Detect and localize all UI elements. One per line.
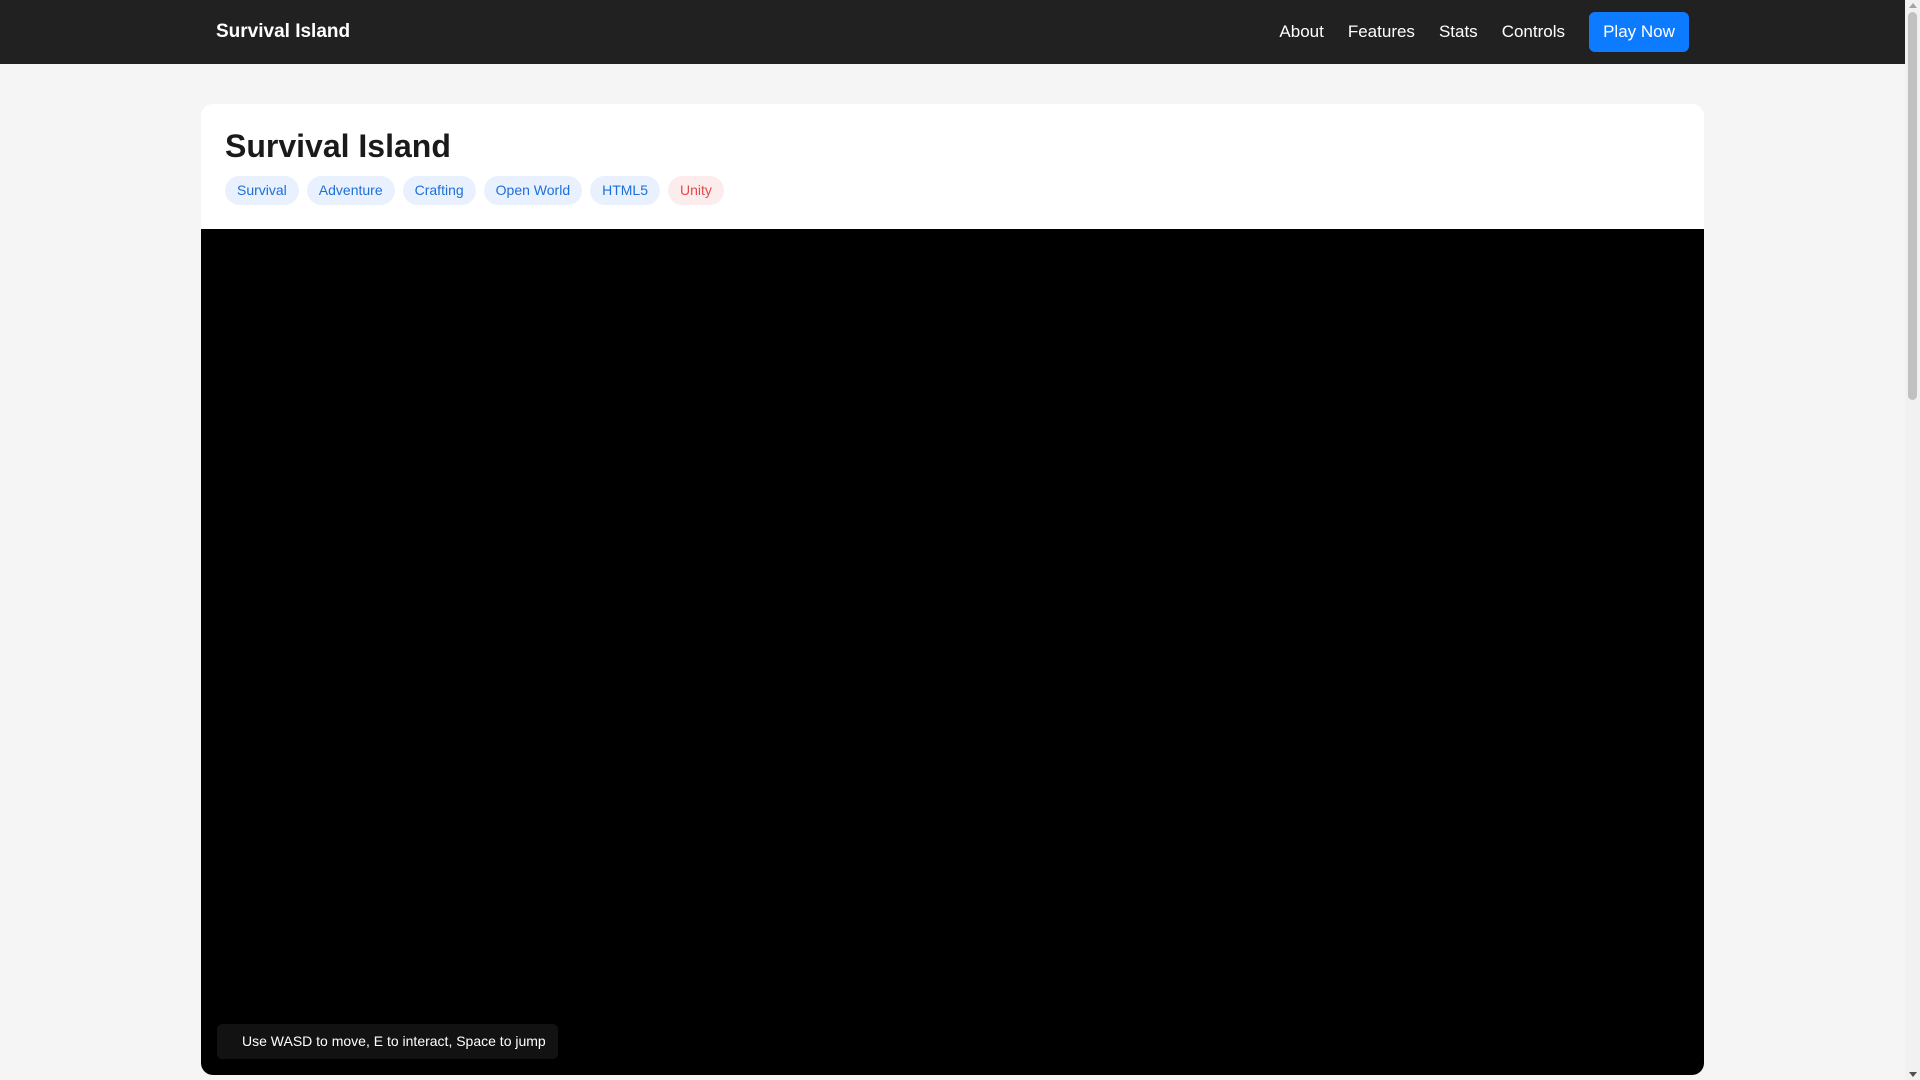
scrollbar-thumb[interactable] (1908, 12, 1917, 400)
tag-crafting: Crafting (402, 176, 476, 205)
tag-adventure: Adventure (306, 176, 395, 205)
tag-engine: Unity (668, 176, 724, 205)
top-navbar: Survival Island About Features Stats Con… (0, 0, 1905, 64)
scroll-up-arrow-icon[interactable] (1909, 3, 1917, 8)
tag-open-world: Open World (483, 176, 583, 205)
page-scrollbar[interactable] (1905, 0, 1920, 1080)
tag-list: Survival Adventure Crafting Open World H… (225, 176, 724, 205)
nav-links: About Features Stats Controls Play Now (1255, 12, 1689, 52)
tag-html5: HTML5 (590, 176, 661, 205)
nav-link-controls[interactable]: Controls (1502, 22, 1565, 42)
game-canvas[interactable]: Use WASD to move, E to interact, Space t… (201, 229, 1704, 1075)
scroll-down-arrow-icon[interactable] (1909, 1072, 1917, 1077)
tag-survival: Survival (225, 176, 299, 205)
nav-link-stats[interactable]: Stats (1439, 22, 1478, 42)
play-now-button[interactable]: Play Now (1589, 12, 1689, 52)
nav-link-features[interactable]: Features (1348, 22, 1415, 42)
game-card: Survival Island Survival Adventure Craft… (201, 104, 1704, 1075)
controls-hint: Use WASD to move, E to interact, Space t… (217, 1024, 558, 1059)
nav-link-about[interactable]: About (1279, 22, 1323, 42)
brand-logo[interactable]: Survival Island (216, 20, 350, 44)
game-title: Survival Island (225, 128, 451, 164)
page: Survival Island About Features Stats Con… (0, 0, 1920, 1080)
